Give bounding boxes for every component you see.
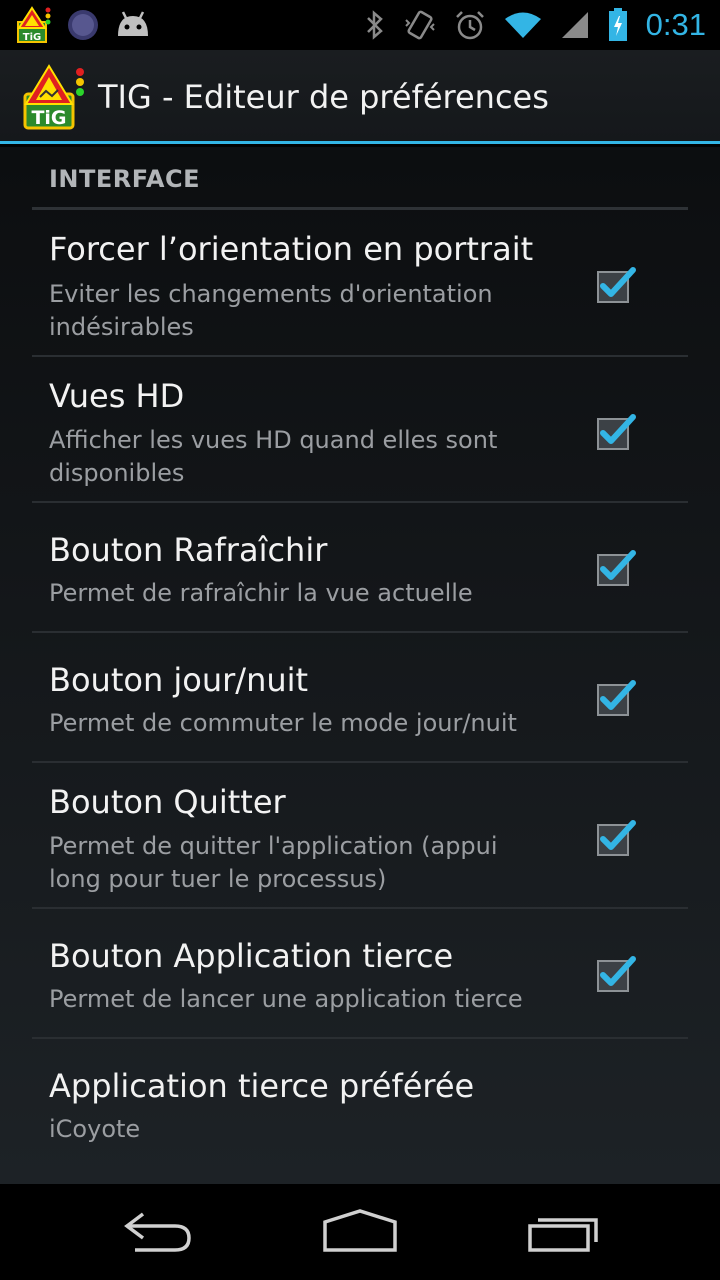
action-bar: TiG TIG - Editeur de préférences	[0, 50, 720, 144]
pref-summary: Permet de rafraîchir la vue actuelle	[49, 579, 473, 607]
pref-checkbox[interactable]	[596, 409, 640, 453]
pref-summary: Permet de lancer une application tierce	[49, 985, 523, 1013]
android-robot-icon	[118, 11, 148, 36]
battery-charging-icon	[608, 8, 627, 41]
section-header: INTERFACE	[32, 147, 688, 210]
system-icons: 0:31	[364, 4, 706, 46]
cell-signal-icon	[561, 12, 588, 38]
section-header-label: INTERFACE	[49, 165, 200, 193]
pref-hd-views[interactable]: Vues HD Afficher les vues HD quand elles…	[32, 357, 688, 503]
pref-title: Bouton Rafraîchir	[49, 531, 328, 569]
tig-logo-icon[interactable]: TiG	[22, 64, 86, 130]
bluetooth-icon	[366, 10, 383, 40]
clock: 0:31	[645, 7, 706, 42]
status-bar: TiG 0:31	[0, 0, 720, 50]
tig-app-icon: TiG	[17, 6, 51, 43]
pref-force-portrait[interactable]: Forcer l’orientation en portrait Eviter …	[32, 210, 688, 357]
pref-summary: Afficher les vues HD quand elles sont di…	[49, 426, 498, 487]
vibrate-icon	[404, 10, 435, 40]
recent-apps-icon[interactable]	[518, 1206, 608, 1258]
pref-summary: iCoyote	[49, 1115, 141, 1143]
app-circle-icon	[68, 10, 98, 40]
pref-title: Vues HD	[49, 377, 185, 415]
pref-title: Bouton Quitter	[49, 783, 286, 821]
pref-checkbox[interactable]	[596, 675, 640, 719]
pref-title: Bouton Application tierce	[49, 937, 454, 975]
svg-text:TiG: TiG	[23, 32, 41, 43]
navigation-bar	[0, 1184, 720, 1280]
pref-quit-button[interactable]: Bouton Quitter Permet de quitter l'appli…	[32, 763, 688, 909]
pref-summary: Permet de commuter le mode jour/nuit	[49, 709, 517, 737]
wifi-icon	[504, 12, 541, 38]
pref-title: Forcer l’orientation en portrait	[49, 230, 534, 268]
pref-checkbox[interactable]	[596, 815, 640, 859]
pref-title: Application tierce préférée	[49, 1067, 475, 1105]
pref-summary: Permet de quitter l'application (appui l…	[49, 832, 498, 893]
pref-title: Bouton jour/nuit	[49, 661, 309, 699]
pref-summary: Eviter les changements d'orientation ind…	[49, 280, 493, 341]
notification-area: TiG	[16, 6, 152, 44]
page-title: TIG - Editeur de préférences	[98, 78, 549, 116]
pref-checkbox[interactable]	[596, 545, 640, 589]
pref-day-night-button[interactable]: Bouton jour/nuit Permet de commuter le m…	[32, 633, 688, 763]
back-icon[interactable]	[115, 1206, 205, 1258]
svg-text:TiG: TiG	[31, 107, 66, 129]
pref-preferred-third-party-app[interactable]: Application tierce préférée iCoyote	[32, 1039, 688, 1169]
pref-checkbox[interactable]	[596, 951, 640, 995]
pref-third-party-app-button[interactable]: Bouton Application tierce Permet de lanc…	[32, 909, 688, 1039]
alarm-icon	[455, 11, 484, 40]
pref-checkbox[interactable]	[596, 262, 640, 306]
home-icon[interactable]	[315, 1206, 405, 1258]
pref-refresh-button[interactable]: Bouton Rafraîchir Permet de rafraîchir l…	[32, 503, 688, 633]
preferences-list: INTERFACE Forcer l’orientation en portra…	[0, 147, 720, 1184]
